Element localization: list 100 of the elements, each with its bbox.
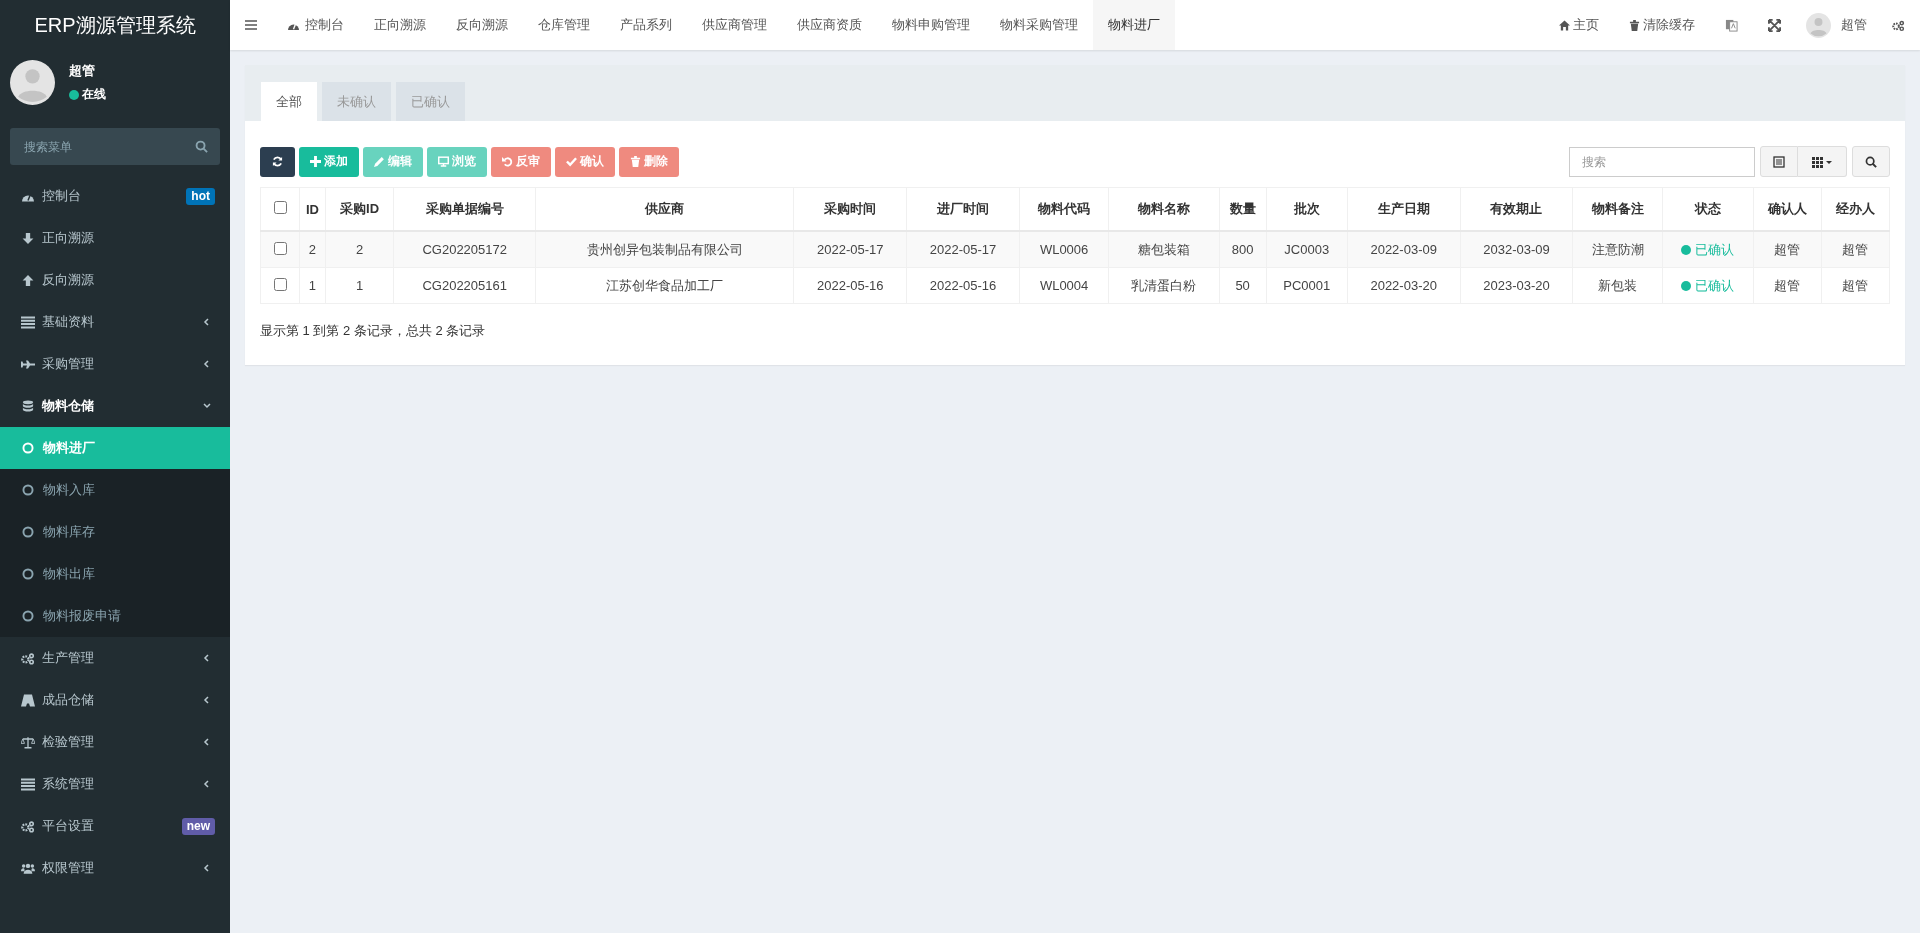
fullscreen-icon[interactable] <box>1768 18 1781 32</box>
table-cell: 超管 <box>1753 267 1822 304</box>
columns-button[interactable] <box>1798 146 1847 177</box>
table-cell: JC0003 <box>1266 231 1348 268</box>
select-all-checkbox[interactable] <box>273 201 287 214</box>
clear-cache-link[interactable]: 清除缓存 <box>1614 16 1710 34</box>
menu-item[interactable]: 物料仓储 <box>0 385 230 427</box>
table-cell: 2 <box>325 231 394 268</box>
avatar-icon <box>10 60 55 105</box>
down-arrow-icon <box>21 231 35 245</box>
table-cell: CG202205161 <box>393 267 536 304</box>
nav-tab[interactable]: 供应商资质 <box>782 0 877 50</box>
nav-tab[interactable]: 物料申购管理 <box>877 0 985 50</box>
gears-icon <box>21 651 35 665</box>
status-label: 已确认 <box>1695 277 1735 293</box>
submenu-item[interactable]: 物料出库 <box>0 553 230 595</box>
filter-tab[interactable]: 全部 <box>261 82 317 121</box>
menu-item[interactable]: 权限管理 <box>0 847 230 889</box>
nav-tab[interactable]: 供应商管理 <box>687 0 782 50</box>
table-cell: 1 <box>299 267 326 304</box>
plus-icon <box>310 156 321 167</box>
chevron-down-icon <box>203 402 211 410</box>
menu-item[interactable]: 生产管理 <box>0 637 230 679</box>
circle-icon <box>22 442 34 454</box>
menu-item[interactable]: 成品仓储 <box>0 679 230 721</box>
refresh-button[interactable] <box>260 146 295 177</box>
up-arrow-icon <box>21 273 35 287</box>
row-checkbox[interactable] <box>273 241 287 255</box>
table-cell: 50 <box>1219 267 1267 304</box>
chevron-left-icon <box>203 864 211 872</box>
menu-item[interactable]: 正向溯源 <box>0 217 230 259</box>
table-cell: 乳清蛋白粉 <box>1108 267 1220 304</box>
nav-tab[interactable]: 正向溯源 <box>359 0 441 50</box>
user-name: 超管 <box>69 62 96 80</box>
submenu-item[interactable]: 物料报废申请 <box>0 595 230 637</box>
table-cell: CG202205172 <box>393 231 536 268</box>
grid-caret-icon <box>1812 155 1832 168</box>
nav-tab[interactable]: 仓库管理 <box>523 0 605 50</box>
menu-badge: hot <box>186 187 215 205</box>
table-cell: 超管 <box>1821 231 1890 268</box>
chevron-left-icon <box>203 780 211 788</box>
submenu-item[interactable]: 物料入库 <box>0 469 230 511</box>
circle-icon <box>22 484 34 496</box>
table-cell: 1 <box>325 267 394 304</box>
circle-icon <box>22 568 34 580</box>
nav-tab[interactable]: 控制台 <box>272 0 359 50</box>
table-cell: 2023-03-20 <box>1460 267 1573 304</box>
menu-item[interactable]: 基础资料 <box>0 301 230 343</box>
table-cell: 2022-05-17 <box>906 231 1020 268</box>
translate-icon[interactable] <box>1725 18 1738 32</box>
table-cell: 新包装 <box>1572 267 1663 304</box>
gears-icon <box>21 819 35 833</box>
table-cell: WL0004 <box>1019 267 1109 304</box>
menu-item[interactable]: 平台设置 new <box>0 805 230 847</box>
user-menu[interactable]: 超管 <box>1796 12 1877 38</box>
table-cell: 超管 <box>1821 267 1890 304</box>
menu-search-field[interactable]: 搜索菜单 <box>10 128 220 165</box>
search-icon <box>1865 155 1877 168</box>
table-cell: 贵州创异包装制品有限公司 <box>535 231 794 268</box>
toggle-view-button[interactable] <box>1760 146 1798 177</box>
menu-item[interactable]: 采购管理 <box>0 343 230 385</box>
circle-icon <box>22 526 34 538</box>
status-label: 已确认 <box>1695 241 1735 257</box>
table-cell: PC0001 <box>1266 267 1348 304</box>
table-cell: 2022-03-20 <box>1347 267 1461 304</box>
road-icon <box>21 693 35 707</box>
menu-item[interactable]: 系统管理 <box>0 763 230 805</box>
table-cell: 800 <box>1219 231 1267 268</box>
table-cell: WL0006 <box>1019 231 1109 268</box>
table-cell: 糖包装箱 <box>1108 231 1220 268</box>
menu-item[interactable]: 反向溯源 <box>0 259 230 301</box>
menu-item[interactable]: 控制台 hot <box>0 175 230 217</box>
table-cell: 2022-05-16 <box>793 267 907 304</box>
nav-tab[interactable]: 产品系列 <box>605 0 687 50</box>
check-icon <box>566 156 577 167</box>
nav-tab[interactable]: 物料进厂 <box>1093 0 1175 50</box>
chevron-left-icon <box>203 318 211 326</box>
row-checkbox[interactable] <box>273 277 287 291</box>
menu-badge: new <box>181 817 215 835</box>
pencil-icon <box>374 156 385 167</box>
nav-tab[interactable]: 物料采购管理 <box>985 0 1093 50</box>
chevron-left-icon <box>203 738 211 746</box>
table-cell: 超管 <box>1753 231 1822 268</box>
search-icon <box>195 140 208 153</box>
menu-item[interactable]: 检验管理 <box>0 721 230 763</box>
monitor-icon <box>438 156 449 167</box>
scale-icon <box>21 735 35 749</box>
search-button[interactable] <box>1852 146 1890 177</box>
app-logo: ERP溯源管理系统 <box>33 13 197 38</box>
list-icon <box>21 315 35 329</box>
users-icon <box>21 861 35 875</box>
refresh-icon <box>272 156 283 167</box>
home-icon <box>1559 19 1570 31</box>
nav-tab[interactable]: 反向溯源 <box>441 0 523 50</box>
table-cell: 2022-03-09 <box>1347 231 1461 268</box>
home-link[interactable]: 主页 <box>1544 16 1614 34</box>
chevron-left-icon <box>203 360 211 368</box>
settings-icon[interactable] <box>1892 18 1905 32</box>
table-search-field[interactable]: 搜索 <box>1569 146 1755 177</box>
submenu-item[interactable]: 物料库存 <box>0 511 230 553</box>
